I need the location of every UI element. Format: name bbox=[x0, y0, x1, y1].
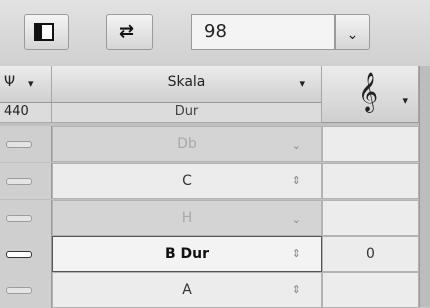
scale-header-label: Skala bbox=[167, 74, 206, 90]
vertical-scrollbar[interactable] bbox=[419, 66, 430, 307]
drag-handle-icon bbox=[6, 251, 32, 258]
scale-value-cell[interactable]: Dur bbox=[52, 103, 322, 123]
note-cell[interactable]: B Dur ⇕ bbox=[52, 236, 322, 272]
toolbar: ⇄ 98 ⌄ bbox=[0, 0, 430, 66]
tuning-value: 440 bbox=[4, 104, 29, 119]
note-label: A bbox=[182, 282, 192, 298]
value-cell[interactable] bbox=[322, 272, 419, 308]
table-row: A ⇕ bbox=[0, 272, 430, 308]
clef-column-header[interactable]: 𝄞 ▾ bbox=[322, 66, 419, 123]
note-cell[interactable]: H ⌄ bbox=[52, 200, 322, 236]
tuning-column-header[interactable]: Ψ ▾ bbox=[0, 66, 52, 103]
stepper-icon[interactable]: ⇕ bbox=[292, 237, 301, 271]
transpose-icon: ⇄ bbox=[119, 21, 135, 42]
tuning-header-label: Ψ bbox=[4, 74, 16, 90]
scale-table: Ψ ▾ Skala ▾ 𝄞 ▾ 440 Dur Db ⌄ C ⇕ H ⌄ B D… bbox=[0, 66, 430, 308]
number-dropdown-button[interactable]: ⌄ bbox=[335, 14, 370, 50]
table-row: Db ⌄ bbox=[0, 126, 430, 162]
row-handle[interactable] bbox=[0, 163, 52, 199]
row-handle[interactable] bbox=[0, 126, 52, 162]
drag-handle-icon bbox=[6, 215, 32, 222]
note-label: Db bbox=[177, 136, 197, 152]
table-row: H ⌄ bbox=[0, 200, 430, 236]
drag-handle-icon bbox=[6, 141, 32, 148]
chevron-down-icon: ▾ bbox=[28, 77, 34, 90]
treble-clef-icon: 𝄞 bbox=[358, 72, 379, 112]
stepper-icon[interactable]: ⇕ bbox=[292, 164, 301, 198]
value-label: 0 bbox=[366, 246, 375, 262]
transpose-button[interactable]: ⇄ bbox=[106, 14, 153, 50]
panel-toggle-icon bbox=[34, 23, 54, 41]
drag-handle-icon bbox=[6, 178, 32, 185]
row-handle[interactable] bbox=[0, 236, 52, 272]
note-label: H bbox=[181, 210, 193, 226]
chevron-down-icon: ▾ bbox=[402, 94, 408, 107]
row-handle[interactable] bbox=[0, 272, 52, 308]
note-label: C bbox=[182, 173, 192, 189]
note-cell[interactable]: C ⇕ bbox=[52, 163, 322, 199]
table-row-selected: B Dur ⇕ 0 bbox=[0, 236, 430, 272]
value-cell[interactable] bbox=[322, 163, 419, 199]
row-handle[interactable] bbox=[0, 200, 52, 236]
value-cell[interactable] bbox=[322, 126, 419, 162]
panel-toggle-button[interactable] bbox=[24, 14, 69, 50]
number-input[interactable]: 98 bbox=[191, 14, 335, 50]
table-row: C ⇕ bbox=[0, 163, 430, 199]
stepper-icon[interactable]: ⇕ bbox=[292, 273, 301, 307]
chevron-down-icon[interactable]: ⌄ bbox=[292, 203, 301, 237]
value-cell[interactable]: 0 bbox=[322, 236, 419, 272]
drag-handle-icon bbox=[6, 287, 32, 294]
note-cell[interactable]: Db ⌄ bbox=[52, 126, 322, 162]
chevron-down-icon: ▾ bbox=[299, 77, 305, 90]
scale-column-header[interactable]: Skala ▾ bbox=[52, 66, 322, 103]
chevron-down-icon[interactable]: ⌄ bbox=[292, 129, 301, 163]
scale-value: Dur bbox=[174, 104, 199, 119]
note-cell[interactable]: A ⇕ bbox=[52, 272, 322, 308]
tuning-value-cell[interactable]: 440 bbox=[0, 103, 52, 123]
note-label: B Dur bbox=[164, 246, 210, 262]
value-cell[interactable] bbox=[322, 200, 419, 236]
